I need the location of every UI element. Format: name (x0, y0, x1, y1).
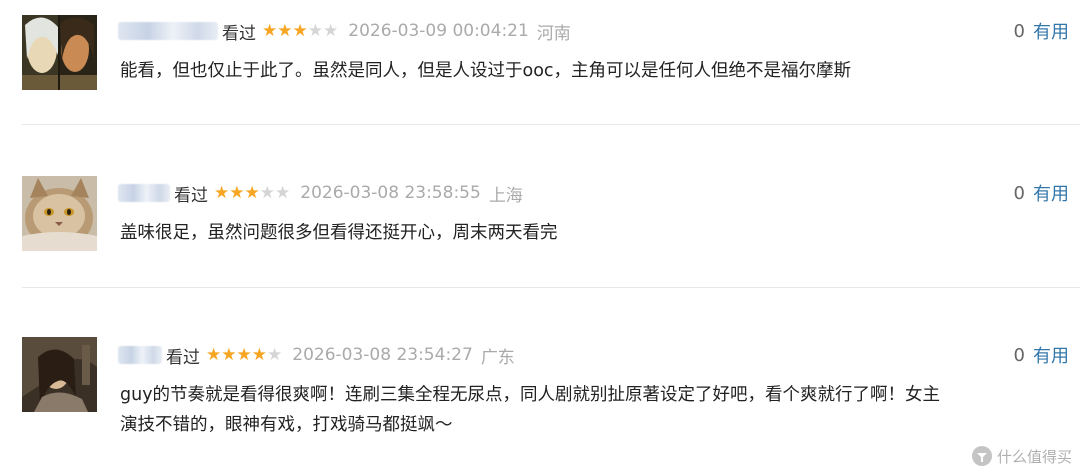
useful-count: 0 (1013, 20, 1025, 42)
star-empty-icon: ★ (267, 344, 283, 365)
rating-stars: ★ ★ ★ ★ ★ (262, 20, 339, 41)
avatar[interactable] (22, 176, 97, 251)
useful-vote: 0 有用 (1014, 180, 1069, 206)
comment-location: 广东 (480, 347, 515, 368)
avatar-image (22, 176, 97, 251)
useful-vote: 0 有用 (1014, 342, 1069, 368)
star-empty-icon: ★ (275, 182, 291, 203)
star-filled-icon: ★ (292, 20, 308, 41)
comment-time: 2026-03-08 23:54:27 (292, 345, 473, 365)
comment-meta: 看过 ★ ★ ★ ★ ★ 2026-03-08 23:54:27 广东 (118, 342, 515, 368)
comment-meta: 看过 ★ ★ ★ ★ ★ 2026-03-08 23:58:55 上海 (118, 180, 523, 206)
username-blurred[interactable] (118, 22, 218, 40)
comment-text: 能看，但也仅止于此了。虽然是同人，但是人设过于ooc，主角可以是任何人但绝不是福… (120, 61, 852, 81)
star-filled-icon: ★ (206, 344, 222, 365)
divider (22, 124, 1080, 125)
star-filled-icon: ★ (214, 182, 230, 203)
rating-stars: ★ ★ ★ ★ ★ (214, 182, 291, 203)
star-empty-icon: ★ (307, 20, 323, 41)
smzdm-logo-icon (971, 446, 992, 466)
comment-location: 上海 (488, 185, 523, 206)
useful-count: 0 (1013, 344, 1025, 366)
comment-text: 盖味很足，虽然问题很多但看得还挺开心，周末两天看完 (120, 223, 558, 243)
comment-text-line: 演技不错的，眼神有戏，打戏骑马都挺飒～ (120, 415, 453, 435)
divider (22, 287, 1080, 288)
username-blurred[interactable] (118, 184, 170, 202)
star-filled-icon: ★ (277, 20, 293, 41)
watermark: 什么值得买 (971, 445, 1072, 467)
star-empty-icon: ★ (259, 182, 275, 203)
useful-button[interactable]: 有用 (1033, 180, 1069, 206)
watched-status: 看过 (222, 23, 256, 44)
avatar-image (22, 15, 97, 90)
useful-button[interactable]: 有用 (1033, 18, 1069, 44)
star-filled-icon: ★ (244, 182, 260, 203)
star-filled-icon: ★ (221, 344, 237, 365)
avatar[interactable] (22, 337, 97, 412)
useful-vote: 0 有用 (1014, 18, 1069, 44)
star-filled-icon: ★ (251, 344, 267, 365)
watched-status: 看过 (174, 185, 208, 206)
comment-text: guy的节奏就是看得很爽啊！连刷三集全程无尿点，同人剧就别扯原著设定了好吧，看个… (120, 380, 940, 440)
comment-time: 2026-03-08 23:58:55 (300, 183, 481, 203)
rating-stars: ★ ★ ★ ★ ★ (206, 344, 283, 365)
comment-text-line: guy的节奏就是看得很爽啊！连刷三集全程无尿点，同人剧就别扯原著设定了好吧，看个… (120, 385, 941, 405)
star-filled-icon: ★ (229, 182, 245, 203)
comment-time: 2026-03-09 00:04:21 (348, 21, 529, 41)
watermark-text: 什么值得买 (996, 447, 1072, 466)
star-filled-icon: ★ (236, 344, 252, 365)
star-filled-icon: ★ (262, 20, 278, 41)
useful-count: 0 (1013, 182, 1025, 204)
star-empty-icon: ★ (323, 20, 339, 41)
avatar-image (22, 337, 97, 412)
comment-location: 河南 (536, 23, 571, 44)
watched-status: 看过 (166, 347, 200, 368)
useful-button[interactable]: 有用 (1033, 342, 1069, 368)
comment-meta: 看过 ★ ★ ★ ★ ★ 2026-03-09 00:04:21 河南 (118, 18, 571, 44)
username-blurred[interactable] (118, 346, 162, 364)
avatar[interactable] (22, 15, 97, 90)
